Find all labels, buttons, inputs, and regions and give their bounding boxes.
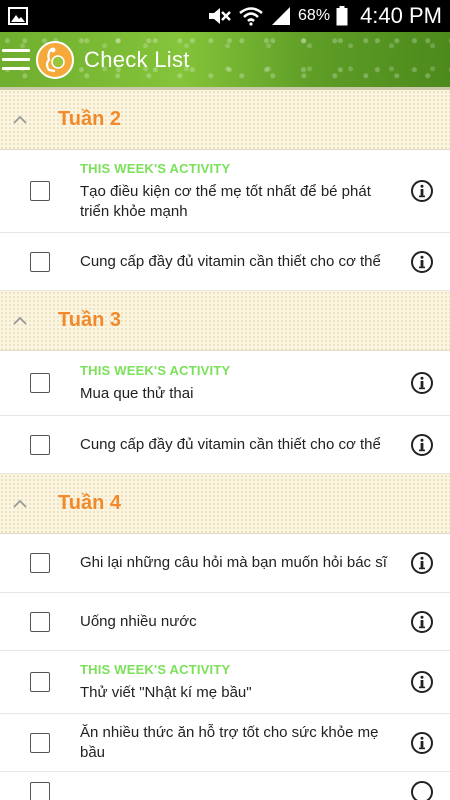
info-icon[interactable] — [394, 433, 450, 457]
signal-icon — [270, 6, 292, 26]
status-bar: 68% 4:40 PM — [0, 0, 450, 32]
info-icon[interactable] — [394, 179, 450, 203]
info-icon[interactable] — [394, 670, 450, 694]
list-item: Cung cấp đầy đủ vitamin cần thiết cho cơ… — [0, 233, 450, 291]
info-icon[interactable] — [394, 731, 450, 755]
checkbox[interactable] — [30, 373, 50, 393]
status-clock: 4:40 PM — [360, 3, 442, 28]
section-header-week-2[interactable]: Tuần 2 — [0, 90, 450, 150]
checkbox[interactable] — [30, 181, 50, 201]
activity-tag: THIS WEEK'S ACTIVITY — [80, 661, 231, 677]
activity-tag: THIS WEEK'S ACTIVITY — [80, 362, 231, 378]
battery-percent: 68% — [298, 7, 331, 24]
checkbox[interactable] — [30, 672, 50, 692]
list-item — [0, 772, 450, 800]
list-item: Uống nhiều nước — [0, 593, 450, 651]
wifi-icon — [238, 6, 264, 26]
list-item: THIS WEEK'S ACTIVITY Tạo điều kiện cơ th… — [0, 150, 450, 233]
item-text: Ghi lại những câu hỏi mà bạn muốn hỏi bá… — [80, 554, 387, 571]
section-title: Tuần 2 — [58, 108, 121, 130]
item-text: Ăn nhiều thức ăn hỗ trợ tốt cho sức khỏe… — [80, 723, 379, 761]
item-text: Cung cấp đầy đủ vitamin cần thiết cho cơ… — [80, 252, 381, 270]
info-icon[interactable] — [394, 610, 450, 634]
section-header-week-3[interactable]: Tuần 3 — [0, 291, 450, 351]
app-logo-icon[interactable] — [36, 40, 74, 79]
battery-icon — [336, 6, 348, 26]
gallery-notification-icon — [8, 7, 28, 25]
checkbox[interactable] — [30, 553, 50, 573]
item-text: Uống nhiều nước — [80, 612, 197, 630]
list-item: Ghi lại những câu hỏi mà bạn muốn hỏi bá… — [0, 534, 450, 593]
list-item: Ăn nhiều thức ăn hỗ trợ tốt cho sức khỏe… — [0, 714, 450, 772]
checkbox[interactable] — [30, 732, 50, 753]
app-bar: Check List — [0, 32, 450, 90]
info-icon[interactable] — [394, 250, 450, 274]
section-title: Tuần 3 — [58, 309, 121, 331]
chevron-up-icon — [0, 316, 40, 326]
item-text: Mua que thử thai — [80, 384, 194, 402]
section-title: Tuần 4 — [58, 492, 121, 514]
checkbox[interactable] — [30, 611, 50, 632]
activity-tag: THIS WEEK'S ACTIVITY — [80, 160, 231, 176]
info-icon[interactable] — [394, 371, 450, 395]
chevron-up-icon — [0, 115, 40, 125]
item-text: Cung cấp đầy đủ vitamin cần thiết cho cơ… — [80, 435, 381, 453]
list-item: THIS WEEK'S ACTIVITY Thử viết "Nhật kí m… — [0, 651, 450, 714]
info-icon[interactable] — [394, 551, 450, 575]
chevron-up-icon — [0, 499, 40, 509]
list-item: Cung cấp đầy đủ vitamin cần thiết cho cơ… — [0, 416, 450, 474]
item-text: Tạo điều kiện cơ thể mẹ tốt nhất để bé p… — [80, 182, 371, 220]
mute-icon — [206, 6, 232, 26]
list-item: THIS WEEK'S ACTIVITY Mua que thử thai — [0, 351, 450, 416]
checkbox[interactable] — [30, 434, 50, 455]
item-text: Thử viết "Nhật kí mẹ bầu" — [80, 683, 252, 701]
checkbox[interactable] — [30, 251, 50, 272]
section-header-week-4[interactable]: Tuần 4 — [0, 474, 450, 534]
page-title: Check List — [84, 46, 190, 72]
menu-icon[interactable] — [0, 31, 34, 89]
checkbox[interactable] — [30, 782, 50, 800]
checklist: Tuần 2 THIS WEEK'S ACTIVITY Tạo điều kiệ… — [0, 90, 450, 800]
info-icon[interactable] — [394, 780, 450, 800]
